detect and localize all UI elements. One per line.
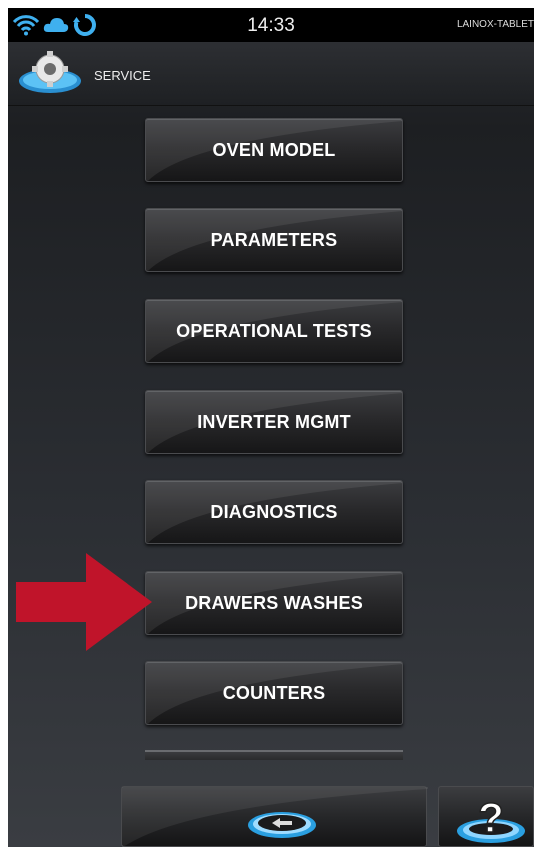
button-label: DRAWERS WASHES [185,592,363,613]
button-label: PARAMETERS [210,229,338,250]
highlight-arrow-icon [16,553,152,651]
status-bar: 14:33 LAINOX-TABLET [8,8,534,42]
partial-menu-button[interactable] [145,750,403,760]
action-bar: SERVICE [8,42,534,106]
button-label: INVERTER MGMT [197,411,351,432]
button-label: COUNTERS [222,682,326,703]
bottom-bar: ? [8,780,534,847]
oven-model-button[interactable]: OVEN MODEL [145,118,403,182]
parameters-button[interactable]: PARAMETERS [145,208,403,272]
screen: 14:33 LAINOX-TABLET SERVICE OVEN MODEL P… [8,8,534,847]
operational-tests-button[interactable]: OPERATIONAL TESTS [145,299,403,363]
back-button[interactable] [121,786,428,847]
gear-icon[interactable] [16,47,84,95]
clock: 14:33 [247,15,295,36]
help-symbol: ? [478,794,504,841]
screen-title: SERVICE [94,68,151,83]
inverter-mgmt-button[interactable]: INVERTER MGMT [145,390,403,454]
device-frame: 14:33 LAINOX-TABLET SERVICE OVEN MODEL P… [0,0,534,847]
diagnostics-button[interactable]: DIAGNOSTICS [145,480,403,544]
button-label: DIAGNOSTICS [210,501,338,522]
button-label: OVEN MODEL [212,139,336,160]
drawers-washes-button[interactable]: DRAWERS WASHES [145,571,403,635]
device-name: LAINOX-TABLET [456,19,534,30]
help-button[interactable]: ? [438,786,534,847]
help-icon: ? [457,793,525,843]
back-icon [122,787,428,847]
button-label: OPERATIONAL TESTS [176,320,372,341]
counters-button[interactable]: COUNTERS [145,661,403,725]
